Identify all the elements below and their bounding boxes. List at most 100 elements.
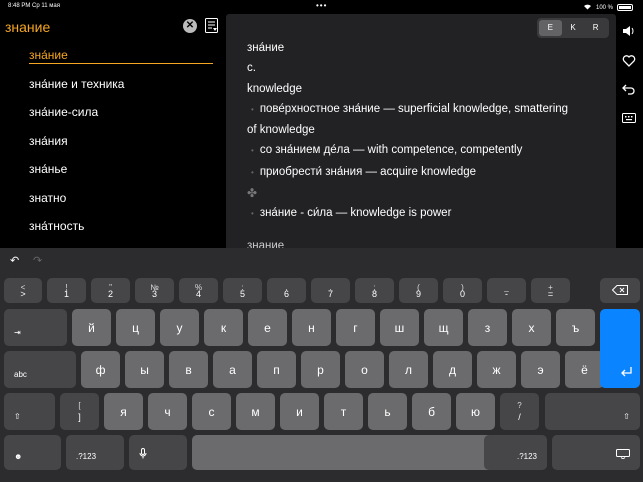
microphone-icon (139, 448, 147, 461)
backspace-key[interactable] (600, 278, 640, 303)
abc-key[interactable]: abc (4, 351, 76, 388)
key-letter[interactable]: з (468, 309, 507, 346)
status-bar: 8:48 PM Ср 11 мая ••• 100 % (0, 0, 643, 12)
clear-search-button[interactable]: ✕ (183, 19, 197, 33)
key-letter[interactable]: д (433, 351, 472, 388)
key-letter[interactable]: х (512, 309, 551, 346)
key-letter[interactable]: ё (565, 351, 604, 388)
emoji-key[interactable]: ☻ (4, 435, 61, 470)
key-letter[interactable]: н (292, 309, 331, 346)
language-switch: E K R (537, 18, 609, 38)
dictation-key[interactable] (129, 435, 187, 470)
list-item[interactable]: зна́тность (29, 217, 213, 246)
key-letter[interactable]: щ (424, 309, 463, 346)
key-2[interactable]: " 2 (91, 278, 130, 303)
return-icon (620, 366, 632, 380)
lang-option-r[interactable]: R (584, 20, 607, 36)
return-key[interactable] (600, 309, 640, 388)
history-icon[interactable] (205, 18, 218, 34)
tab-key[interactable]: ⇥ (4, 309, 67, 346)
lang-option-e[interactable]: E (539, 20, 562, 36)
next-entry-headword: знание (247, 239, 285, 248)
key-letter[interactable]: л (389, 351, 428, 388)
shift-right-key[interactable]: ⇧ (545, 393, 640, 430)
entry-panel: E K R зна́ние с. knowledge пове́рхностно… (226, 14, 616, 248)
hide-keyboard-key[interactable] (552, 435, 640, 470)
heart-icon[interactable] (622, 54, 636, 68)
key-letter[interactable]: а (213, 351, 252, 388)
key-lt-gt[interactable]: < > (4, 278, 42, 303)
key-7[interactable]: .7 (311, 278, 350, 303)
key-6[interactable]: ,6 (267, 278, 306, 303)
multitasking-dots[interactable]: ••• (316, 1, 327, 10)
emoji-icon: ☻ (14, 452, 23, 461)
key-3[interactable]: № 3 (135, 278, 174, 303)
key-letter[interactable]: ы (125, 351, 164, 388)
list-item[interactable]: знатно (29, 189, 213, 218)
key-8[interactable]: ; 8 (355, 278, 394, 303)
status-right: 100 % (583, 3, 633, 12)
shift-icon: ⇧ (14, 412, 21, 421)
key-letter[interactable]: ш (380, 309, 419, 346)
key-1[interactable]: ! 1 (47, 278, 86, 303)
entry-example: приобрести́ зна́ния — acquire knowledge (247, 162, 597, 183)
entry-pos: с. (247, 62, 256, 75)
key-letter[interactable]: ж (477, 351, 516, 388)
back-icon[interactable] (622, 82, 636, 96)
key-letter[interactable]: ч (148, 393, 187, 430)
key-letter[interactable]: ю (456, 393, 495, 430)
key-question[interactable]: ? / (500, 393, 539, 430)
entry-example: со зна́нием де́ла — with competence, com… (247, 140, 597, 161)
shift-icon: ⇧ (623, 412, 630, 421)
list-item[interactable]: зна́ние и техника (29, 75, 213, 104)
key-letter[interactable]: й (72, 309, 111, 346)
key-letter[interactable]: в (169, 351, 208, 388)
numbers-key-right[interactable]: .?123 (484, 435, 547, 470)
dictionary-entry: зна́ние с. knowledge пове́рхностное зна́… (247, 38, 597, 248)
key-letter[interactable]: ъ (556, 309, 595, 346)
battery-icon (617, 4, 633, 11)
key-letter[interactable]: у (160, 309, 199, 346)
key-brackets[interactable]: [] (60, 393, 99, 430)
undo-icon[interactable]: ↶ (10, 254, 19, 267)
key-9[interactable]: (9 (399, 278, 438, 303)
key-letter[interactable]: г (336, 309, 375, 346)
key-letter[interactable]: ф (81, 351, 120, 388)
entry-headword: зна́ние (247, 42, 285, 54)
shift-left-key[interactable]: ⇧ (4, 393, 55, 430)
key-letter[interactable]: и (280, 393, 319, 430)
key-letter[interactable]: ц (116, 309, 155, 346)
key-minus[interactable]: _ - (487, 278, 526, 303)
key-0[interactable]: ) 0 (443, 278, 482, 303)
key-letter[interactable]: п (257, 351, 296, 388)
numbers-key-left[interactable]: .?123 (66, 435, 124, 470)
list-item[interactable]: зна́ние-сила (29, 103, 213, 132)
entry-translation: knowledge (247, 82, 302, 95)
key-letter[interactable]: к (204, 309, 243, 346)
key-letter[interactable]: я (104, 393, 143, 430)
list-item-selected[interactable]: зна́ние (29, 46, 213, 64)
keyboard-icon[interactable] (622, 112, 636, 126)
key-letter[interactable]: б (412, 393, 451, 430)
key-letter[interactable]: е (248, 309, 287, 346)
key-letter[interactable]: ь (368, 393, 407, 430)
entry-example-cont: of knowledge (247, 124, 315, 137)
key-4[interactable]: % 4 (179, 278, 218, 303)
key-5[interactable]: :5 (223, 278, 262, 303)
key-equals[interactable]: + = (531, 278, 570, 303)
lang-option-k[interactable]: K (562, 20, 585, 36)
list-item[interactable]: зна́ния (29, 132, 213, 161)
key-letter[interactable]: т (324, 393, 363, 430)
wifi-icon (583, 3, 592, 12)
redo-icon[interactable]: ↷ (33, 254, 42, 267)
key-letter[interactable]: м (236, 393, 275, 430)
key-letter[interactable]: о (345, 351, 384, 388)
key-letter[interactable]: э (521, 351, 560, 388)
list-item[interactable]: зна́нье (29, 160, 213, 189)
search-input[interactable]: знание (5, 19, 50, 35)
key-letter[interactable]: с (192, 393, 231, 430)
space-bar[interactable] (192, 435, 507, 470)
on-screen-keyboard: ↶ ↷ < > ! 1 " 2 № 3 % 4 :5 ,6 .7 ; 8 (9 ) 0 _ - … (0, 248, 643, 482)
speaker-icon[interactable] (622, 24, 636, 38)
key-letter[interactable]: р (301, 351, 340, 388)
